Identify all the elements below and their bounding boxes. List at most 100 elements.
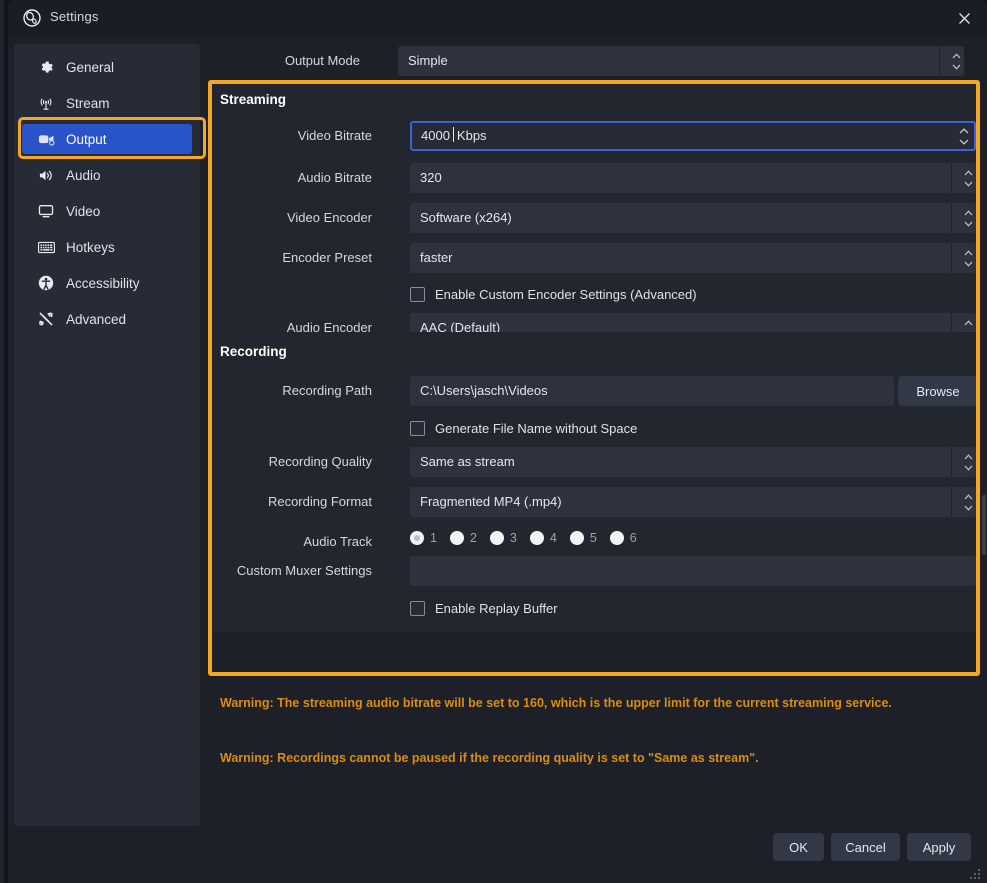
settings-sidebar: General Stream Output Audio Video Hotkey… [14,44,200,826]
spinner-divider [939,46,940,76]
recording-format-select[interactable]: Fragmented MP4 (.mp4) [410,487,976,517]
radio-icon [489,531,504,545]
video-encoder-stepper[interactable] [958,204,978,232]
browse-button[interactable]: Browse [898,376,978,406]
radio-icon [449,531,464,545]
sidebar-item-advanced[interactable]: Advanced [22,304,192,334]
sidebar-item-hotkeys[interactable]: Hotkeys [22,232,192,262]
sidebar-item-audio[interactable]: Audio [22,160,192,190]
replay-buffer-label[interactable]: Enable Replay Buffer [435,601,558,616]
radio-icon [609,531,624,545]
sidebar-item-general[interactable]: General [22,52,192,82]
spinner-divider [951,447,952,477]
custom-muxer-input[interactable] [410,556,976,586]
warning-message-2: Warning: Recordings cannot be paused if … [220,751,759,765]
video-encoder-row: Video Encoder Software (x264) [220,203,986,233]
recording-format-stepper[interactable] [958,488,978,516]
audio-track-option-6[interactable]: 6 [609,531,637,545]
streaming-group: Streaming Video Bitrate 4000 Kbps Audio B… [208,80,980,343]
custom-encoder-checkbox-row: Enable Custom Encoder Settings (Advanced… [410,283,697,305]
recording-quality-row: Recording Quality Same as stream [220,447,986,477]
audio-track-option-5[interactable]: 5 [569,531,597,545]
generate-filename-label[interactable]: Generate File Name without Space [435,421,637,436]
output-settings-panel: Output Mode Simple Streaming Video Bitra… [208,36,987,836]
audio-track-label: Audio Track [303,534,372,549]
obs-logo-icon [23,9,41,27]
audio-bitrate-select[interactable]: 320 [410,163,976,193]
audio-track-row: Audio Track 1 2 3 4 5 6 [220,527,986,557]
gear-icon [35,60,57,75]
sidebar-item-accessibility[interactable]: Accessibility [22,268,192,298]
recording-section-title: Recording [220,344,287,359]
output-mode-stepper[interactable] [946,47,966,75]
recording-quality-label: Recording Quality [268,454,372,469]
audio-track-option-label: 1 [430,531,437,545]
audio-track-option-3[interactable]: 3 [489,531,517,545]
recording-format-label: Recording Format [267,494,372,509]
recording-format-row: Recording Format Fragmented MP4 (.mp4) [220,487,986,517]
replay-buffer-checkbox-row: Enable Replay Buffer [410,597,558,619]
video-bitrate-stepper[interactable] [954,122,974,150]
custom-encoder-checkbox[interactable] [410,286,425,302]
audio-bitrate-stepper[interactable] [958,164,978,192]
audio-track-option-label: 5 [589,531,597,545]
sidebar-item-label: Accessibility [66,275,140,291]
custom-encoder-label[interactable]: Enable Custom Encoder Settings (Advanced… [435,287,697,302]
settings-dialog: Settings General Stream Output Audio Vid… [8,0,987,883]
broadcast-icon [35,96,57,111]
radio-icon [410,531,424,545]
title-bar: Settings [8,0,987,36]
recording-path-row: Recording Path C:\Users\jasch\Videos Bro… [220,376,986,406]
audio-track-option-label: 2 [469,531,477,545]
audio-bitrate-label: Audio Bitrate [297,170,372,185]
streaming-section-title: Streaming [220,92,287,107]
dialog-footer: OK Cancel Apply [8,826,987,883]
close-icon[interactable] [941,0,987,36]
audio-track-option-2[interactable]: 2 [449,531,477,545]
monitor-icon [35,204,57,218]
video-bitrate-label: Video Bitrate [297,128,372,143]
video-bitrate-value: 4000 [421,128,450,143]
generate-filename-checkbox-row: Generate File Name without Space [410,417,637,439]
video-bitrate-input[interactable]: 4000 Kbps [410,121,976,151]
video-encoder-select[interactable]: Software (x264) [410,203,976,233]
recording-quality-stepper[interactable] [958,448,978,476]
video-encoder-label: Video Encoder [286,210,372,225]
video-bitrate-suffix: Kbps [456,128,487,143]
keyboard-icon [35,241,57,254]
audio-track-option-label: 3 [509,531,517,545]
audio-track-option-label: 4 [549,531,557,545]
background-window-strip [0,0,4,883]
generate-filename-checkbox[interactable] [410,420,425,436]
custom-muxer-label: Custom Muxer Settings [236,563,372,578]
sidebar-item-video[interactable]: Video [22,196,192,226]
sidebar-item-label: Stream [66,95,110,111]
output-mode-label: Output Mode [284,53,360,68]
audio-track-option-1[interactable]: 1 [410,531,437,545]
encoder-preset-select[interactable]: faster [410,243,976,273]
recording-group: Recording Recording Path C:\Users\jasch\… [208,332,980,632]
spinner-divider [951,243,952,273]
recording-path-input[interactable]: C:\Users\jasch\Videos [410,376,894,406]
encoder-preset-row: Encoder Preset faster [220,243,986,273]
resize-grip[interactable] [969,867,981,879]
output-mode-row: Output Mode Simple [208,46,974,76]
ok-button[interactable]: OK [773,833,824,861]
accessibility-icon [35,275,57,291]
output-video-icon [35,132,57,146]
spinner-divider [951,163,952,193]
recording-path-label: Recording Path [282,383,372,398]
output-mode-select[interactable]: Simple [398,46,964,76]
audio-track-option-label: 6 [629,531,637,545]
encoder-preset-stepper[interactable] [958,244,978,272]
recording-quality-select[interactable]: Same as stream [410,447,976,477]
apply-button[interactable]: Apply [907,833,971,861]
cancel-button[interactable]: Cancel [831,833,900,861]
tools-icon [35,311,57,327]
spinner-divider [951,203,952,233]
replay-buffer-checkbox[interactable] [410,600,425,616]
sidebar-item-output[interactable]: Output [22,124,192,154]
audio-track-option-4[interactable]: 4 [529,531,557,545]
radio-icon [529,531,544,545]
sidebar-item-stream[interactable]: Stream [22,88,192,118]
